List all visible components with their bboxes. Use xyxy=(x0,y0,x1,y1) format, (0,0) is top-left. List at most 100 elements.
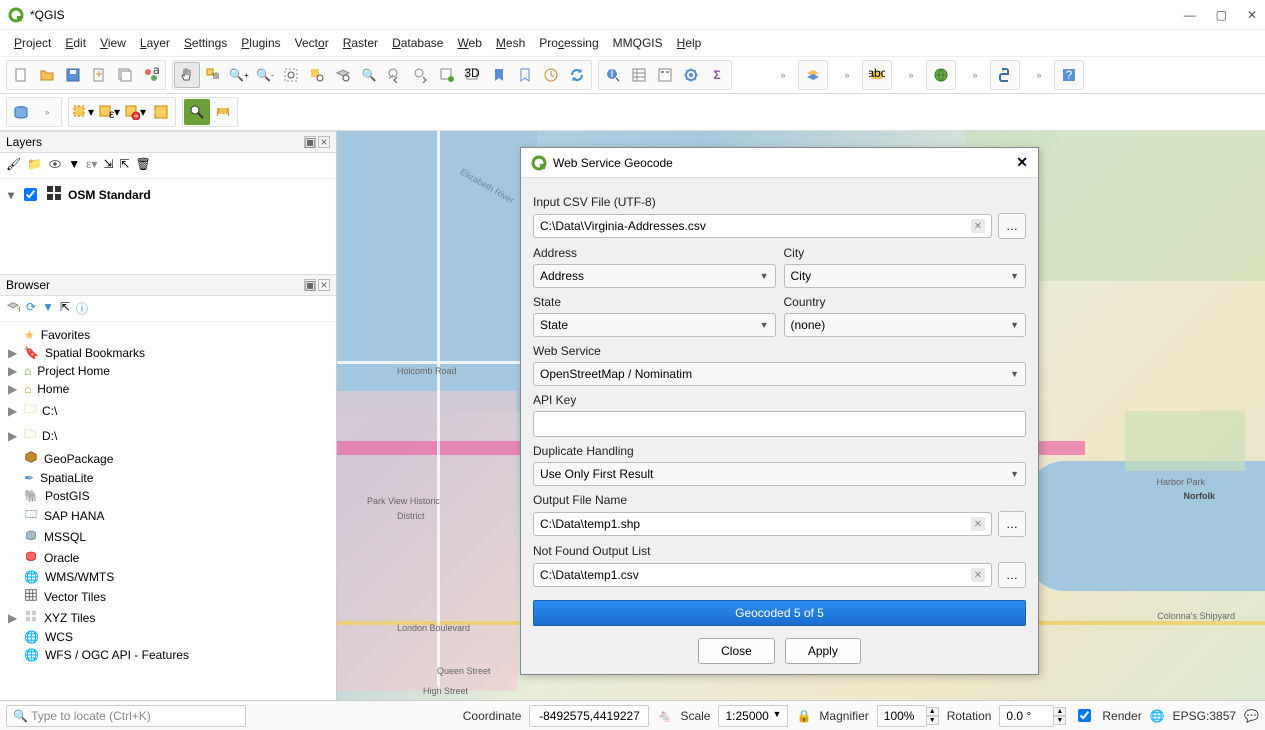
measure-icon[interactable] xyxy=(184,99,210,125)
add-layer-icon[interactable]: + xyxy=(6,300,20,317)
zoom-out-icon[interactable]: 🔍- xyxy=(252,62,278,88)
python-console-icon[interactable] xyxy=(992,62,1018,88)
new-bookmark-icon[interactable] xyxy=(486,62,512,88)
clear-icon[interactable]: ✕ xyxy=(971,219,985,233)
magnifier-down[interactable]: ▼ xyxy=(926,716,939,725)
layer-row-osm[interactable]: ▾ OSM Standard xyxy=(8,185,328,204)
menu-processing[interactable]: Processing xyxy=(533,34,604,52)
menu-settings[interactable]: Settings xyxy=(178,34,233,52)
browser-item-oracle[interactable]: Oracle xyxy=(4,547,332,568)
zoom-full-icon[interactable] xyxy=(278,62,304,88)
browser-item-xyz[interactable]: ▶XYZ Tiles xyxy=(4,607,332,628)
menu-raster[interactable]: Raster xyxy=(337,34,384,52)
not-found-field[interactable]: C:\Data\temp1.csv✕ xyxy=(533,563,992,587)
overflow-3[interactable]: » xyxy=(898,62,924,88)
browser-filter-icon[interactable]: ▼ xyxy=(42,300,54,317)
menu-web[interactable]: Web xyxy=(451,34,487,52)
magnifier-field[interactable]: 100% xyxy=(877,705,927,727)
browse-notfound-button[interactable]: … xyxy=(998,562,1026,588)
show-bookmarks-icon[interactable] xyxy=(512,62,538,88)
browse-output-button[interactable]: … xyxy=(998,511,1026,537)
scale-field[interactable]: 1:25000▼ xyxy=(718,705,788,727)
browse-input-button[interactable]: … xyxy=(998,213,1026,239)
manage-visibility-icon[interactable] xyxy=(48,157,62,174)
close-button[interactable]: Close xyxy=(698,638,775,664)
menu-database[interactable]: Database xyxy=(386,34,449,52)
attribute-table-icon[interactable] xyxy=(626,62,652,88)
filter-expression-icon[interactable]: ε▾ xyxy=(86,157,97,174)
select-by-value-icon[interactable]: ε▾ xyxy=(96,99,122,125)
web-service-select[interactable]: OpenStreetMap / Nominatim xyxy=(533,362,1026,386)
coordinate-field[interactable]: -8492575,4419227 xyxy=(529,705,649,727)
menu-edit[interactable]: Edit xyxy=(59,34,92,52)
zoom-next-icon[interactable] xyxy=(408,62,434,88)
rotation-up[interactable]: ▲ xyxy=(1053,707,1066,716)
zoom-selection-icon[interactable] xyxy=(304,62,330,88)
messages-icon[interactable]: 💬 xyxy=(1244,709,1259,723)
collapse-icon[interactable]: ▾ xyxy=(8,188,14,202)
menu-view[interactable]: View xyxy=(94,34,132,52)
statistics-icon[interactable]: Σ xyxy=(704,62,730,88)
label-tool-icon[interactable]: abc xyxy=(864,62,890,88)
duplicate-select[interactable]: Use Only First Result xyxy=(533,462,1026,486)
output-file-field[interactable]: C:\Data\temp1.shp✕ xyxy=(533,512,992,536)
browser-item-mssql[interactable]: MSSQL xyxy=(4,526,332,547)
browser-item-vectortiles[interactable]: Vector Tiles xyxy=(4,586,332,607)
browser-item-wfs[interactable]: 🌐WFS / OGC API - Features xyxy=(4,646,332,664)
browser-undock-icon[interactable]: ▣ xyxy=(304,279,316,291)
input-csv-field[interactable]: C:\Data\Virginia-Addresses.csv✕ xyxy=(533,214,992,238)
browser-item-saphana[interactable]: SAP HANA xyxy=(4,505,332,526)
processing-toolbox-icon[interactable] xyxy=(678,62,704,88)
rotation-field[interactable]: 0.0 ° xyxy=(999,705,1054,727)
identify-icon[interactable]: i xyxy=(600,62,626,88)
menu-help[interactable]: Help xyxy=(671,34,708,52)
layer-visibility-checkbox[interactable] xyxy=(24,188,37,201)
filter-legend-icon[interactable]: ▼ xyxy=(68,157,80,174)
properties-icon[interactable]: ⓘ xyxy=(76,300,88,317)
maximize-button[interactable]: ▢ xyxy=(1216,8,1227,22)
browser-tree[interactable]: ★Favorites ▶🔖Spatial Bookmarks ▶⌂Project… xyxy=(0,322,336,706)
browser-item-bookmarks[interactable]: ▶🔖Spatial Bookmarks xyxy=(4,344,332,362)
layer-style-icon[interactable]: 🖌 xyxy=(6,157,21,174)
refresh-icon[interactable] xyxy=(564,62,590,88)
menu-vector[interactable]: Vector xyxy=(289,34,335,52)
layers-close-icon[interactable]: × xyxy=(318,136,330,148)
render-checkbox[interactable] xyxy=(1078,709,1091,722)
api-key-field[interactable] xyxy=(533,411,1026,437)
crs-label[interactable]: EPSG:3857 xyxy=(1173,709,1236,723)
apply-button[interactable]: Apply xyxy=(785,638,861,664)
open-project-icon[interactable] xyxy=(34,62,60,88)
web-tool-icon[interactable] xyxy=(928,62,954,88)
browser-item-home[interactable]: ▶⌂Home xyxy=(4,380,332,398)
clear-icon[interactable]: ✕ xyxy=(971,568,985,582)
layers-undock-icon[interactable]: ▣ xyxy=(304,136,316,148)
zoom-layer-icon[interactable] xyxy=(330,62,356,88)
browser-item-d-drive[interactable]: ▶🗀D:\ xyxy=(4,423,332,448)
new-map-view-icon[interactable] xyxy=(434,62,460,88)
temporal-icon[interactable] xyxy=(538,62,564,88)
toggle-extents-icon[interactable]: 🐁 xyxy=(657,709,672,723)
overflow-ds[interactable]: » xyxy=(34,99,60,125)
browser-item-favorites[interactable]: ★Favorites xyxy=(4,326,332,344)
browser-item-wms[interactable]: 🌐WMS/WMTS xyxy=(4,568,332,586)
dialog-titlebar[interactable]: Web Service Geocode ✕ xyxy=(521,148,1038,178)
help-icon[interactable]: ? xyxy=(1056,62,1082,88)
deselect-icon[interactable]: ▾ xyxy=(122,99,148,125)
pan-to-selection-icon[interactable] xyxy=(200,62,226,88)
browser-refresh-icon[interactable]: ⟳ xyxy=(26,300,36,317)
crs-icon[interactable]: 🌐 xyxy=(1150,709,1165,723)
select-all-icon[interactable] xyxy=(148,99,174,125)
new-3d-view-icon[interactable]: 3D xyxy=(460,62,486,88)
browser-item-postgis[interactable]: 🐘PostGIS xyxy=(4,487,332,505)
zoom-native-icon[interactable]: 🔍 xyxy=(356,62,382,88)
collapse-all-icon[interactable]: ⇱ xyxy=(120,157,130,174)
city-select[interactable]: City xyxy=(784,264,1027,288)
browser-close-icon[interactable]: × xyxy=(318,279,330,291)
browser-item-project-home[interactable]: ▶⌂Project Home xyxy=(4,362,332,380)
zoom-last-icon[interactable] xyxy=(382,62,408,88)
minimize-button[interactable]: — xyxy=(1184,8,1196,22)
menu-project[interactable]: Project xyxy=(8,34,57,52)
layer-tool-icon[interactable] xyxy=(800,62,826,88)
magnifier-up[interactable]: ▲ xyxy=(926,707,939,716)
select-features-icon[interactable]: ▾ xyxy=(70,99,96,125)
